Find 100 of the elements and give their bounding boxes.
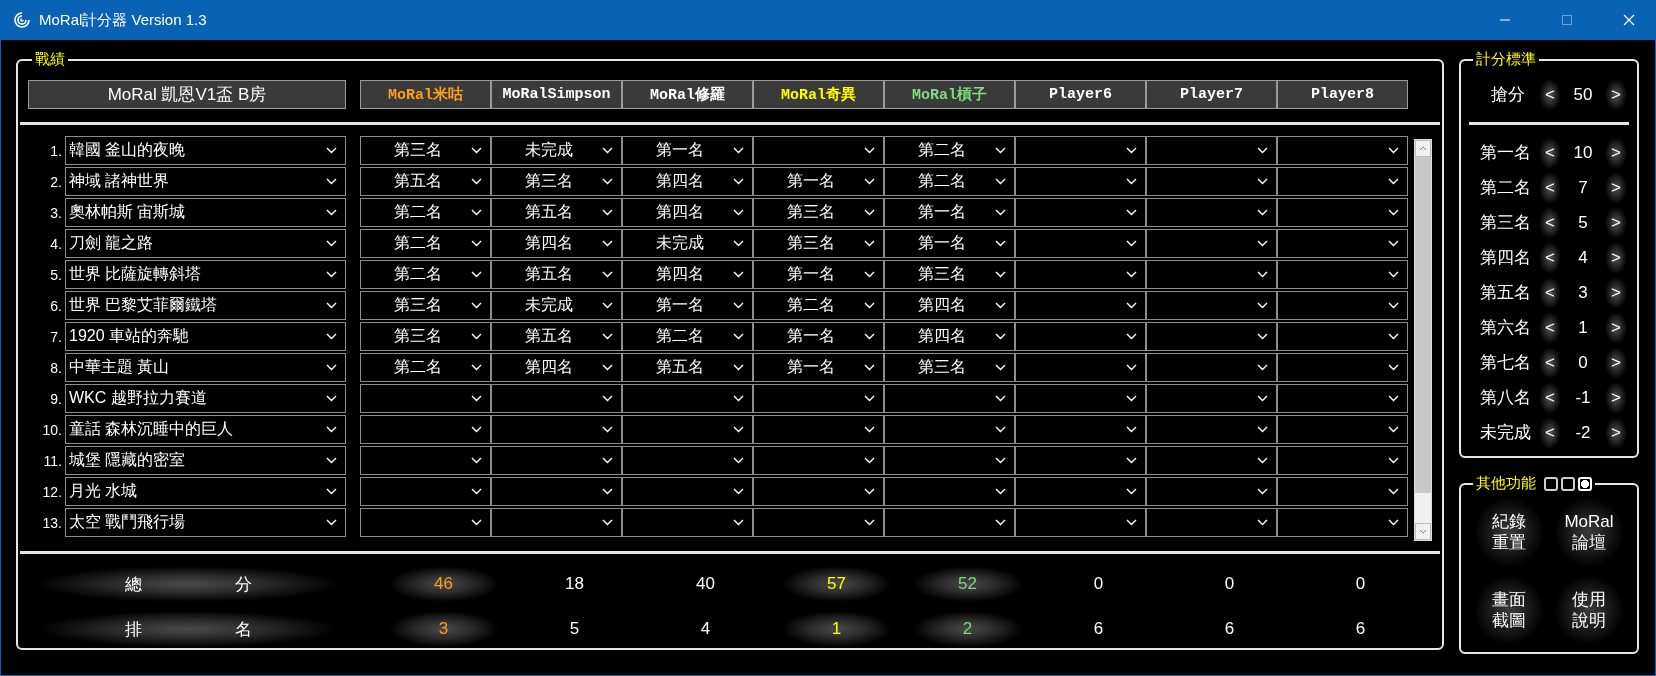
rank-dropdown[interactable]	[360, 508, 491, 537]
rank-dropdown[interactable]	[1146, 291, 1277, 320]
track-dropdown[interactable]: 神域 諸神世界	[65, 167, 346, 196]
rank-dropdown[interactable]	[1277, 508, 1408, 537]
decrease-button[interactable]: <	[1539, 241, 1561, 274]
increase-button[interactable]: >	[1605, 346, 1627, 379]
rank-dropdown[interactable]: 第二名	[884, 136, 1015, 165]
rank-dropdown[interactable]	[491, 477, 622, 506]
rank-dropdown[interactable]: 第一名	[753, 167, 884, 196]
rank-dropdown[interactable]	[360, 477, 491, 506]
rank-dropdown[interactable]: 第一名	[753, 322, 884, 351]
rank-dropdown[interactable]	[1146, 322, 1277, 351]
rank-dropdown[interactable]	[1146, 167, 1277, 196]
rank-dropdown[interactable]	[753, 446, 884, 475]
rank-dropdown[interactable]: 第一名	[884, 229, 1015, 258]
rank-dropdown[interactable]	[1146, 415, 1277, 444]
player-header[interactable]: MoRal奇異	[753, 79, 884, 109]
rank-dropdown[interactable]: 第三名	[360, 322, 491, 351]
rank-dropdown[interactable]	[1277, 384, 1408, 413]
rank-dropdown[interactable]	[1015, 446, 1146, 475]
rank-dropdown[interactable]: 第一名	[753, 260, 884, 289]
rank-dropdown[interactable]: 第四名	[491, 229, 622, 258]
rank-dropdown[interactable]: 未完成	[622, 229, 753, 258]
player-header[interactable]: MoRalSimpson	[491, 79, 622, 109]
rank-dropdown[interactable]: 第二名	[360, 260, 491, 289]
rank-dropdown[interactable]	[884, 446, 1015, 475]
player-header[interactable]: Player8	[1277, 79, 1408, 109]
track-dropdown[interactable]: 太空 戰鬥飛行場	[65, 508, 346, 537]
rank-dropdown[interactable]: 第一名	[753, 353, 884, 382]
increase-button[interactable]: >	[1605, 136, 1627, 169]
decrease-button[interactable]: <	[1539, 381, 1561, 414]
increase-button[interactable]: >	[1605, 206, 1627, 239]
rank-dropdown[interactable]: 第三名	[753, 229, 884, 258]
rank-dropdown[interactable]	[884, 415, 1015, 444]
view-mode-toggle[interactable]	[1544, 476, 1558, 491]
rank-dropdown[interactable]: 第一名	[622, 136, 753, 165]
rank-dropdown[interactable]	[1277, 198, 1408, 227]
rank-dropdown[interactable]: 第五名	[360, 167, 491, 196]
rank-dropdown[interactable]	[360, 415, 491, 444]
decrease-button[interactable]: <	[1539, 346, 1561, 379]
decrease-button[interactable]: <	[1539, 276, 1561, 309]
decrease-button[interactable]: <	[1539, 416, 1561, 449]
track-dropdown[interactable]: WKC 越野拉力賽道	[65, 384, 346, 413]
decrease-button[interactable]: <	[1539, 171, 1561, 204]
rank-dropdown[interactable]	[1146, 477, 1277, 506]
rank-dropdown[interactable]	[1146, 136, 1277, 165]
rank-dropdown[interactable]	[491, 384, 622, 413]
rank-dropdown[interactable]: 第五名	[491, 260, 622, 289]
rank-dropdown[interactable]	[1015, 477, 1146, 506]
track-dropdown[interactable]: 世界 巴黎艾菲爾鐵塔	[65, 291, 346, 320]
rank-dropdown[interactable]	[1277, 260, 1408, 289]
track-dropdown[interactable]: 中華主題 黃山	[65, 353, 346, 382]
rank-dropdown[interactable]	[622, 508, 753, 537]
rank-dropdown[interactable]	[1146, 260, 1277, 289]
rank-dropdown[interactable]	[622, 384, 753, 413]
rank-dropdown[interactable]	[1146, 198, 1277, 227]
rank-dropdown[interactable]	[753, 508, 884, 537]
rank-dropdown[interactable]	[1015, 415, 1146, 444]
rank-dropdown[interactable]: 第一名	[884, 198, 1015, 227]
rank-dropdown[interactable]	[622, 477, 753, 506]
track-dropdown[interactable]: 刀劍 龍之路	[65, 229, 346, 258]
rank-dropdown[interactable]	[1015, 353, 1146, 382]
rank-dropdown[interactable]: 第四名	[622, 167, 753, 196]
rank-dropdown[interactable]	[753, 477, 884, 506]
rank-dropdown[interactable]	[491, 508, 622, 537]
rank-dropdown[interactable]: 第三名	[360, 136, 491, 165]
rank-dropdown[interactable]: 第三名	[360, 291, 491, 320]
rank-dropdown[interactable]	[1015, 260, 1146, 289]
rank-dropdown[interactable]: 第二名	[360, 229, 491, 258]
player-header[interactable]: MoRal修羅	[622, 79, 753, 109]
rank-dropdown[interactable]	[622, 415, 753, 444]
view-mode-toggle[interactable]	[1561, 476, 1575, 491]
rank-dropdown[interactable]	[884, 477, 1015, 506]
rank-dropdown[interactable]: 第三名	[884, 353, 1015, 382]
rank-dropdown[interactable]	[1146, 508, 1277, 537]
rank-dropdown[interactable]	[491, 446, 622, 475]
rank-dropdown[interactable]: 第五名	[491, 198, 622, 227]
rank-dropdown[interactable]	[1146, 229, 1277, 258]
player-header[interactable]: Player6	[1015, 79, 1146, 109]
rank-dropdown[interactable]: 第三名	[884, 260, 1015, 289]
increase-button[interactable]: >	[1605, 78, 1627, 111]
rank-dropdown[interactable]	[1015, 291, 1146, 320]
scrollbar[interactable]	[1414, 139, 1432, 541]
rank-dropdown[interactable]	[1015, 322, 1146, 351]
player-header[interactable]: MoRal米咕	[360, 79, 491, 109]
rank-dropdown[interactable]: 未完成	[491, 136, 622, 165]
track-dropdown[interactable]: 月光 水城	[65, 477, 346, 506]
rank-dropdown[interactable]	[1146, 446, 1277, 475]
rank-dropdown[interactable]	[1277, 353, 1408, 382]
track-dropdown[interactable]: 1920 車站的奔馳	[65, 322, 346, 351]
rank-dropdown[interactable]	[753, 136, 884, 165]
rank-dropdown[interactable]	[753, 415, 884, 444]
rank-dropdown[interactable]: 第四名	[884, 322, 1015, 351]
rank-dropdown[interactable]	[622, 446, 753, 475]
increase-button[interactable]: >	[1605, 276, 1627, 309]
rank-dropdown[interactable]	[753, 384, 884, 413]
rank-dropdown[interactable]: 第四名	[491, 353, 622, 382]
rank-dropdown[interactable]	[1277, 322, 1408, 351]
rank-dropdown[interactable]: 第三名	[491, 167, 622, 196]
rank-dropdown[interactable]	[1277, 415, 1408, 444]
